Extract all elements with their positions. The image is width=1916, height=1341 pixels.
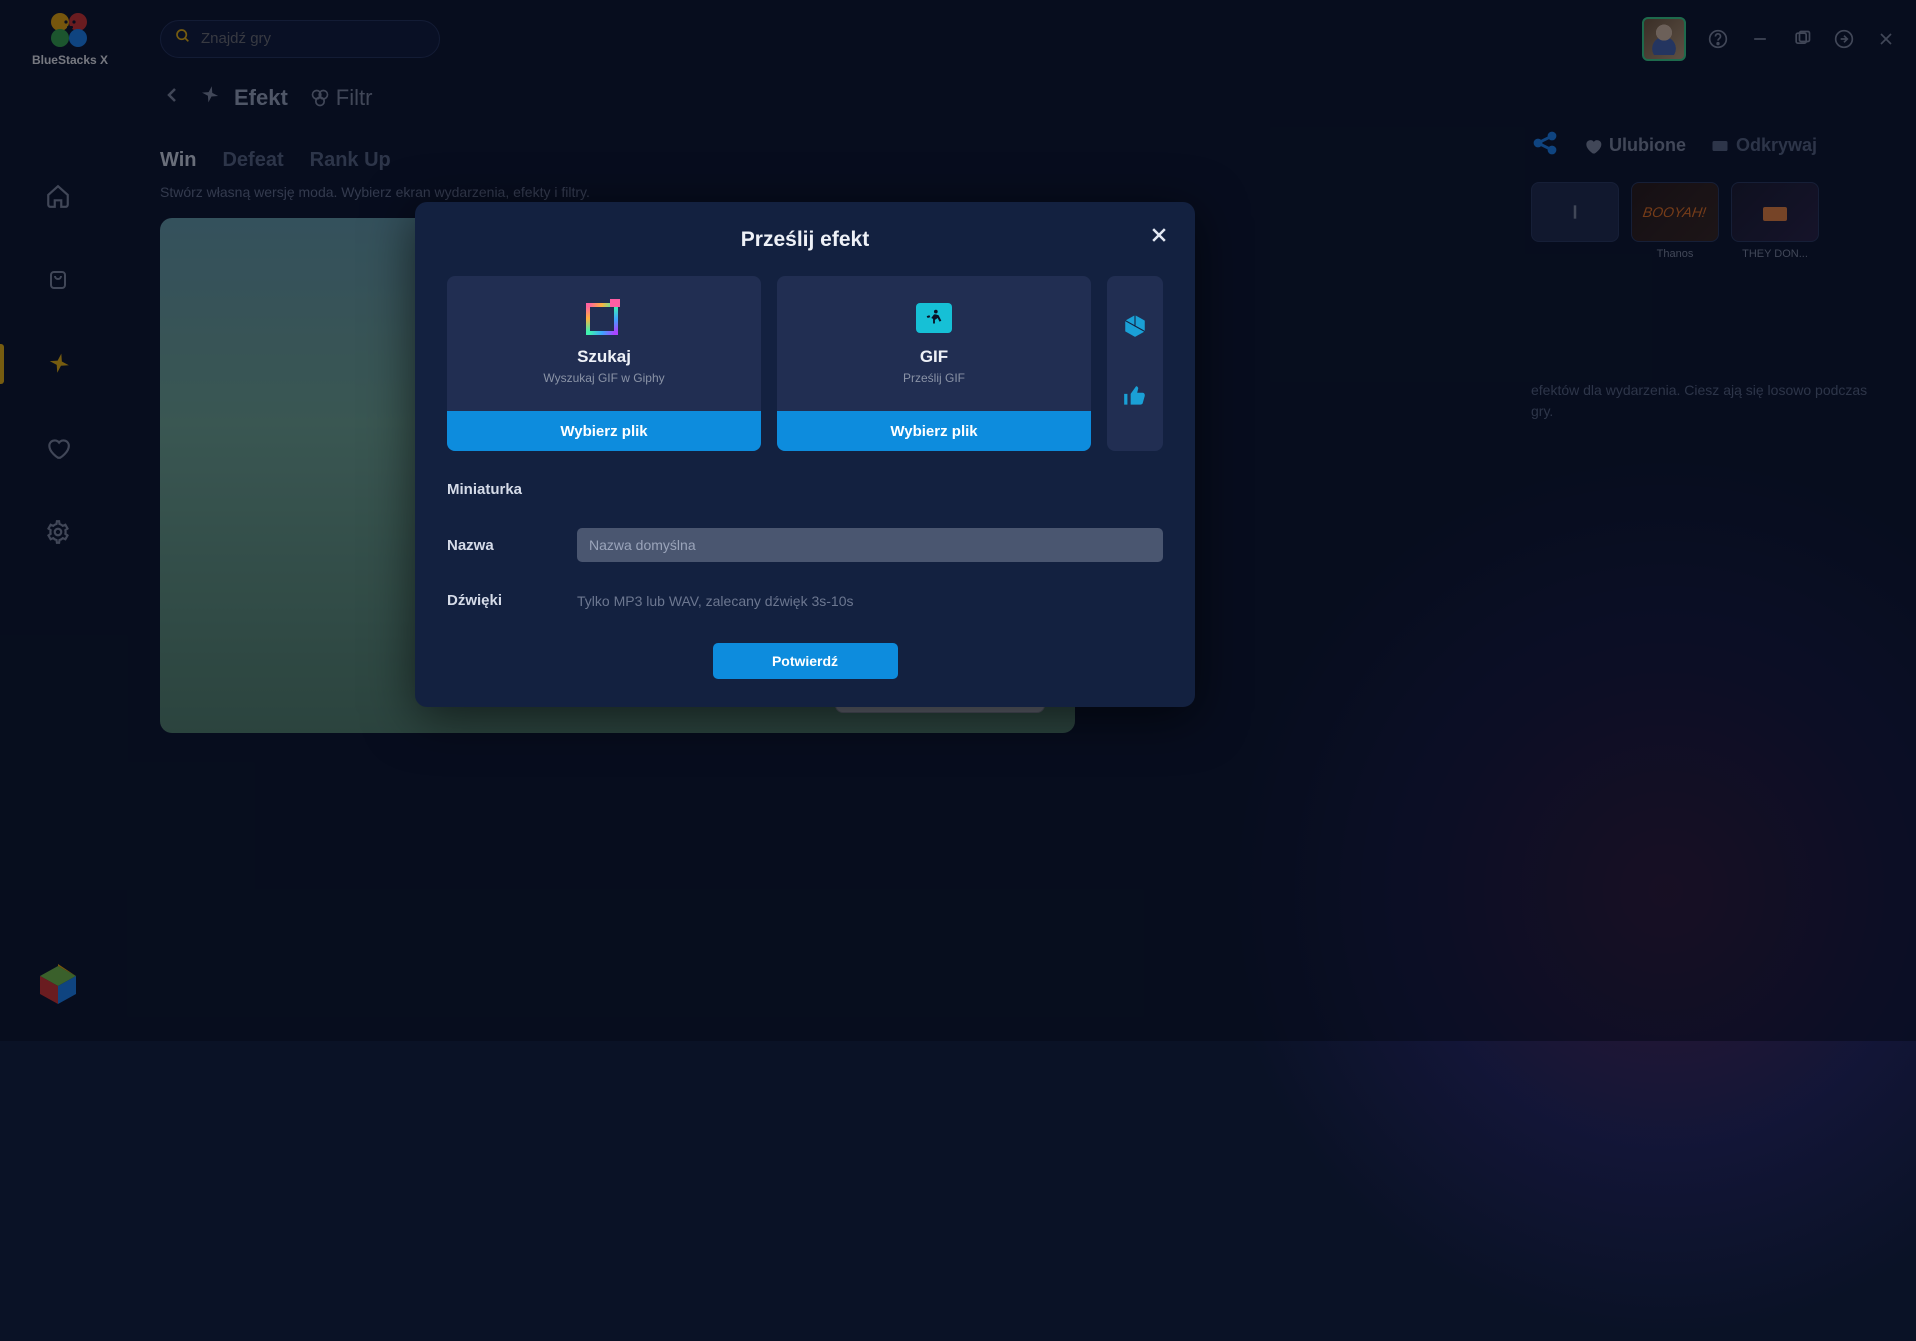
gif-choose-button[interactable]: Wybierz plik — [777, 411, 1091, 451]
modal-title: Prześlij efekt — [447, 228, 1163, 252]
giphy-choose-button[interactable]: Wybierz plik — [447, 411, 761, 451]
name-label: Nazwa — [447, 537, 557, 554]
gif-card-title: GIF — [920, 347, 948, 367]
gif-card-sub: Prześlij GIF — [903, 371, 965, 385]
upload-cards-row: Szukaj Wyszukaj GIF w Giphy Wybierz plik… — [447, 276, 1163, 451]
gif-card-body: GIF Prześlij GIF — [777, 276, 1091, 411]
name-input[interactable] — [577, 528, 1163, 562]
sounds-label: Dźwięki — [447, 592, 557, 609]
thumbs-up-icon[interactable] — [1122, 383, 1148, 414]
upload-effect-modal: Prześlij efekt Szukaj Wyszukaj GIF w Gip… — [415, 202, 1195, 707]
thumbnail-label: Miniaturka — [447, 481, 557, 498]
giphy-card-body: Szukaj Wyszukaj GIF w Giphy — [447, 276, 761, 411]
modal-close-icon[interactable] — [1149, 224, 1169, 252]
giphy-search-card: Szukaj Wyszukaj GIF w Giphy Wybierz plik — [447, 276, 761, 451]
name-row: Nazwa — [447, 528, 1163, 562]
giphy-card-sub: Wyszukaj GIF w Giphy — [543, 371, 664, 385]
modal-side-actions — [1107, 276, 1163, 451]
confirm-button[interactable]: Potwierdź — [713, 643, 898, 679]
sounds-hint: Tylko MP3 lub WAV, zalecany dźwięk 3s-10… — [577, 593, 854, 609]
giphy-icon — [586, 303, 622, 339]
confirm-wrap: Potwierdź — [447, 643, 1163, 679]
gif-upload-card: GIF Prześlij GIF Wybierz plik — [777, 276, 1091, 451]
cube-icon[interactable] — [1122, 313, 1148, 344]
gif-icon — [916, 303, 952, 339]
thumbnail-row: Miniaturka — [447, 481, 1163, 498]
sounds-row: Dźwięki Tylko MP3 lub WAV, zalecany dźwi… — [447, 592, 1163, 609]
giphy-card-title: Szukaj — [577, 347, 631, 367]
